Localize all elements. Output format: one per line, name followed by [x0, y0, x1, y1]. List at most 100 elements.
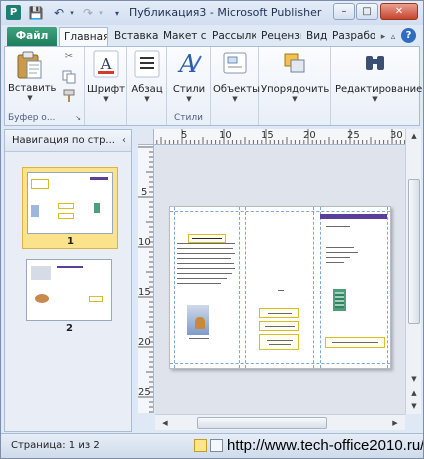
- margin-guide-left: [174, 207, 175, 368]
- paragraph-button[interactable]: Абзац ▼: [128, 50, 166, 103]
- clipboard-launcher-icon[interactable]: ↘: [75, 114, 81, 122]
- tab-review[interactable]: Рецензи: [257, 27, 301, 47]
- cut-icon[interactable]: ✂: [61, 51, 77, 65]
- ribbon-tabs: Файл Главная Вставка Макет с Рассылк Рец…: [1, 25, 423, 47]
- minimize-button[interactable]: –: [333, 3, 355, 20]
- save-icon[interactable]: 💾: [28, 4, 44, 22]
- scroll-right-icon[interactable]: ▶: [387, 416, 403, 430]
- scroll-down-icon[interactable]: ▼: [406, 372, 422, 386]
- font-button[interactable]: A Шрифт ▼: [87, 50, 125, 103]
- tagline-textbox[interactable]: [325, 337, 385, 348]
- customize-qat-icon[interactable]: ▾: [112, 4, 122, 22]
- page-thumbnail-1[interactable]: 1: [22, 167, 118, 249]
- ruler-h-label: 15: [261, 130, 274, 141]
- objects-button[interactable]: Объекты ▼: [213, 50, 260, 103]
- contact-textbox-1[interactable]: [259, 308, 299, 318]
- tab-page-design[interactable]: Макет с: [159, 27, 207, 47]
- column-guide: [313, 207, 314, 368]
- objects-icon: [223, 52, 247, 74]
- format-painter-icon[interactable]: [61, 89, 77, 103]
- clipboard-group: Вставить ▼ ✂ Буфер о... ↘: [5, 47, 85, 125]
- paste-button[interactable]: Вставить ▼: [8, 50, 56, 102]
- styles-button[interactable]: A Стили ▼: [169, 50, 209, 103]
- vertical-scrollbar[interactable]: ▲ ▼ ▲ ▼: [405, 129, 421, 414]
- picture-placeholder[interactable]: [187, 305, 209, 335]
- horizontal-scroll-thumb[interactable]: [197, 417, 327, 429]
- publisher-app-icon[interactable]: P: [6, 5, 21, 20]
- nav-pane-header: Навигация по стр... ‹: [5, 130, 131, 152]
- building-picture[interactable]: [333, 289, 346, 311]
- body-text-block[interactable]: [177, 243, 235, 291]
- previous-page-icon[interactable]: ▲: [406, 386, 422, 400]
- tab-home[interactable]: Главная: [59, 27, 108, 47]
- scroll-left-icon[interactable]: ◀: [157, 416, 173, 430]
- title-banner[interactable]: [320, 214, 387, 219]
- contact-textbox-3[interactable]: [259, 334, 299, 350]
- next-page-icon[interactable]: ▼: [406, 399, 422, 413]
- close-button[interactable]: ✕: [380, 3, 418, 20]
- ribbon-home: Вставить ▼ ✂ Буфер о... ↘ A Шрифт ▼ Абза…: [4, 46, 422, 126]
- nav-pane-title: Навигация по стр...: [12, 135, 115, 146]
- styles-icon: A: [177, 50, 202, 78]
- ribbon-collapse-icon[interactable]: ▵: [387, 29, 399, 45]
- contact-textbox-2[interactable]: [259, 321, 299, 331]
- editing-button[interactable]: Редактирование ▼: [335, 50, 422, 103]
- styles-dropdown-icon: ▼: [186, 95, 192, 103]
- single-page-view-icon[interactable]: [194, 439, 207, 452]
- redo-dropdown-icon[interactable]: ▾: [96, 4, 106, 22]
- help-icon[interactable]: ?: [401, 28, 416, 43]
- paste-icon: [17, 51, 42, 79]
- vertical-scroll-thumb[interactable]: [408, 179, 420, 324]
- arrange-group: Упорядочить ▼: [259, 47, 331, 125]
- right-text-block[interactable]: [326, 247, 358, 263]
- page-thumbnail-2[interactable]: 2: [22, 257, 118, 337]
- vertical-ruler[interactable]: 5 10 15 20 25: [138, 145, 154, 413]
- nav-collapse-icon[interactable]: ‹: [122, 130, 126, 151]
- tab-mailings[interactable]: Рассылк: [208, 27, 256, 47]
- ruler-v-label: 25: [138, 387, 151, 398]
- ruler-h-label: 30: [390, 130, 403, 141]
- svg-text:A: A: [177, 50, 196, 78]
- two-page-view-icon[interactable]: [210, 439, 223, 452]
- horizontal-ruler[interactable]: 5 10 15 20 25 30: [138, 129, 406, 145]
- undo-dropdown-icon[interactable]: ▾: [67, 4, 77, 22]
- redo-icon[interactable]: ↷: [81, 4, 95, 22]
- tab-insert[interactable]: Вставка: [110, 27, 158, 47]
- paste-dropdown-icon[interactable]: ▼: [8, 94, 52, 102]
- svg-text:A: A: [100, 55, 112, 73]
- horizontal-scrollbar[interactable]: ◀ ▶: [155, 414, 405, 430]
- clipboard-group-label: Буфер о...: [8, 113, 56, 123]
- tab-file[interactable]: Файл: [7, 27, 57, 47]
- ruler-v-label: 5: [141, 187, 148, 198]
- margin-guide-right: [387, 207, 388, 368]
- scroll-up-icon[interactable]: ▲: [406, 129, 422, 143]
- copy-icon[interactable]: [61, 70, 77, 84]
- objects-group: Объекты ▼: [211, 47, 260, 125]
- ruler-h-label: 10: [219, 130, 232, 141]
- heading-textbox[interactable]: [188, 234, 226, 243]
- margin-guide-top: [170, 211, 390, 212]
- column-guide: [245, 207, 246, 368]
- publication-canvas[interactable]: [155, 146, 406, 414]
- ruler-h-label: 25: [347, 130, 360, 141]
- title-bar: P 💾 ↶ ▾ ↷ ▾ ▾ Публикация3 - Microsoft Pu…: [1, 1, 423, 25]
- paragraph-group: Абзац ▼: [127, 47, 167, 125]
- ruler-h-label: 20: [303, 130, 316, 141]
- publisher-window: P 💾 ↶ ▾ ↷ ▾ ▾ Публикация3 - Microsoft Pu…: [0, 0, 424, 459]
- tab-view[interactable]: Вид: [302, 27, 327, 47]
- undo-icon[interactable]: ↶: [52, 4, 66, 22]
- brochure-page[interactable]: [169, 206, 391, 369]
- arrange-dropdown-icon: ▼: [292, 95, 298, 103]
- tab-developer[interactable]: Разрабо: [328, 27, 375, 47]
- maximize-button[interactable]: □: [356, 3, 378, 20]
- page-number-1: 1: [67, 236, 74, 247]
- right-heading-line: [326, 226, 350, 227]
- page-number-2: 2: [66, 323, 73, 334]
- objects-dropdown-icon: ▼: [232, 95, 238, 103]
- page-count-status[interactable]: Страница: 1 из 2: [11, 440, 100, 451]
- margin-guide-bottom: [170, 363, 390, 364]
- font-dropdown-icon: ▼: [103, 95, 109, 103]
- arrange-button[interactable]: Упорядочить ▼: [261, 50, 329, 103]
- ruler-corner[interactable]: [138, 129, 154, 145]
- watermark-url: http://www.tech-office2010.ru/: [227, 437, 424, 454]
